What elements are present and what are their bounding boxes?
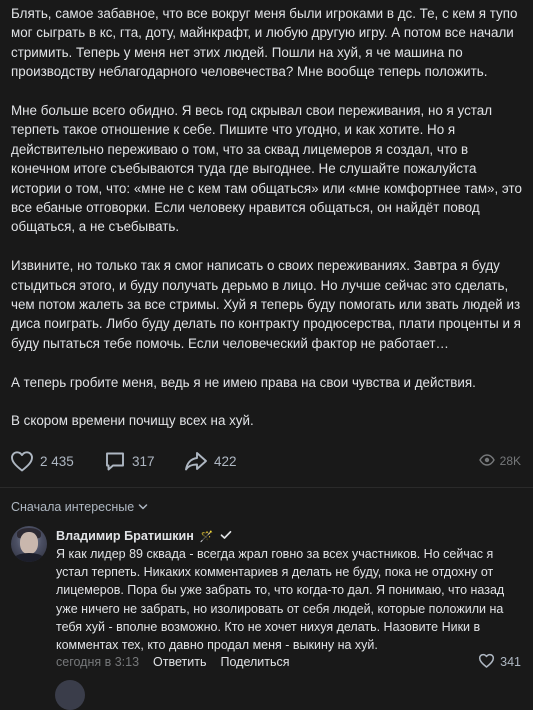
next-comment-avatar[interactable] [55, 680, 85, 710]
comment-like-count: 341 [500, 655, 521, 669]
heart-icon [10, 450, 34, 472]
checkmark-icon [220, 529, 232, 543]
comment-like-button[interactable]: 341 [478, 653, 521, 671]
post-paragraph: Блять, самое забавное, что все вокруг ме… [11, 6, 518, 80]
views-counter: 28K [478, 449, 521, 473]
heart-icon [478, 653, 495, 671]
comment-author[interactable]: Владимир Братишкин 🪄 [56, 528, 232, 544]
share-arrow-icon [184, 450, 208, 472]
like-button[interactable]: 2 435 [10, 449, 74, 473]
post-actions-bar: 2 435 317 422 28K [0, 449, 533, 473]
reply-button[interactable]: Ответить [153, 655, 206, 669]
eye-icon [478, 453, 495, 469]
comment-bubble-icon [104, 450, 126, 472]
comment-footer: сегодня в 3:13 Ответить Поделиться [56, 654, 522, 670]
share-count: 422 [214, 453, 237, 469]
divider [0, 487, 533, 488]
post-paragraph: Мне больше всего обидно. Я весь год скры… [11, 103, 522, 235]
sort-label: Сначала интересные [11, 500, 135, 514]
comment-share-button[interactable]: Поделиться [220, 655, 289, 669]
post-paragraph: А теперь гробите меня, ведь я не имею пр… [11, 374, 476, 390]
post-text: Блять, самое забавное, что все вокруг ме… [11, 4, 523, 431]
post-paragraph: Извините, но только так я смог написать … [11, 258, 521, 351]
comment-text: Я как лидер 89 сквада - всегда жрал говн… [56, 547, 505, 653]
comment-count: 317 [132, 453, 155, 469]
like-count: 2 435 [40, 453, 74, 469]
views-count: 28K [499, 454, 521, 468]
post-paragraph: В скором времени почищу всех на хуй. [11, 413, 254, 429]
wand-emoji-icon: 🪄 [199, 530, 214, 543]
comments-sort-dropdown[interactable]: Сначала интересные [11, 498, 148, 516]
chevron-down-icon [138, 500, 148, 514]
share-button[interactable]: 422 [184, 449, 237, 473]
author-name: Владимир Братишкин [56, 529, 194, 543]
comment-button[interactable]: 317 [104, 449, 155, 473]
avatar[interactable] [11, 526, 47, 562]
comment-time[interactable]: сегодня в 3:13 [56, 655, 139, 669]
